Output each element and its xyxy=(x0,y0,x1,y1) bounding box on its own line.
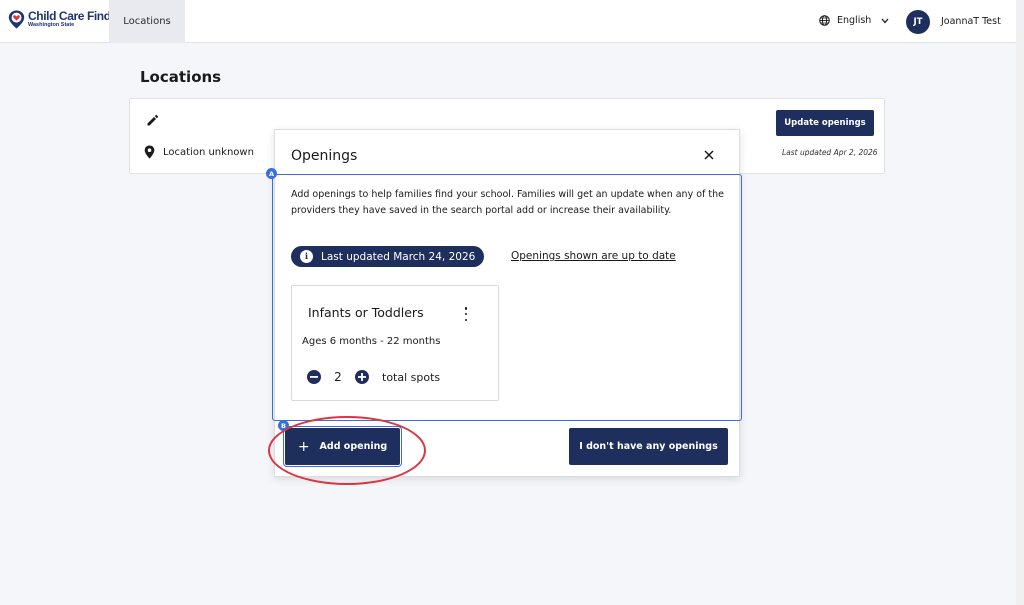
update-openings-button[interactable]: Update openings xyxy=(776,110,874,136)
language-selector[interactable]: English xyxy=(819,15,896,26)
spots-stepper: 2 total spots xyxy=(307,370,440,384)
kebab-menu-icon[interactable] xyxy=(462,307,470,321)
close-icon xyxy=(704,150,714,160)
tab-locations[interactable]: Locations xyxy=(109,0,185,43)
page-scrollbar[interactable] xyxy=(1016,0,1024,605)
top-navigation-bar: Child Care Finder Washington State Locat… xyxy=(0,0,1016,43)
add-opening-button[interactable]: + Add opening xyxy=(283,426,402,467)
modal-title: Openings xyxy=(291,148,358,164)
brand-subtitle: Washington State xyxy=(28,22,75,28)
user-avatar[interactable]: JT xyxy=(906,10,930,34)
user-name[interactable]: JoannaT Test xyxy=(941,16,1001,27)
opening-card: Infants or Toddlers Ages 6 months - 22 m… xyxy=(291,285,499,401)
info-icon: i xyxy=(300,250,313,263)
language-label: English xyxy=(837,15,872,26)
annotation-marker-b: B xyxy=(278,420,289,431)
spots-unit-label: total spots xyxy=(382,370,441,384)
brand-logo[interactable]: Child Care Finder Washington State xyxy=(8,9,122,29)
plus-icon: + xyxy=(297,438,310,455)
last-updated-badge: i Last updated March 24, 2026 xyxy=(291,246,485,267)
map-pin-heart-icon xyxy=(8,10,25,29)
opening-ages: Ages 6 months - 22 months xyxy=(302,336,441,347)
openings-up-to-date-link[interactable]: Openings shown are up to date xyxy=(511,250,676,262)
last-updated-badge-label: Last updated March 24, 2026 xyxy=(321,250,476,263)
location-text: Location unknown xyxy=(163,147,254,158)
annotation-marker-a: A xyxy=(266,168,277,179)
tab-locations-label: Locations xyxy=(123,16,171,27)
page-title: Locations xyxy=(140,68,222,86)
brand-title: Child Care Finder xyxy=(28,9,122,23)
add-opening-label: Add opening xyxy=(319,441,388,452)
modal-description: Add openings to help families find your … xyxy=(291,189,724,216)
pencil-icon[interactable] xyxy=(146,114,159,127)
opening-title: Infants or Toddlers xyxy=(308,305,424,320)
location-last-updated: Last updated Apr 2, 2026 xyxy=(782,148,878,157)
minus-circle-icon[interactable] xyxy=(307,370,321,384)
no-openings-button[interactable]: I don't have any openings xyxy=(569,428,728,465)
plus-circle-icon[interactable] xyxy=(355,370,369,384)
spots-count: 2 xyxy=(334,370,342,384)
globe-icon xyxy=(819,15,830,26)
close-button[interactable] xyxy=(701,147,717,163)
chevron-down-icon xyxy=(881,18,889,23)
map-pin-icon xyxy=(144,145,155,159)
user-initials: JT xyxy=(913,17,923,27)
